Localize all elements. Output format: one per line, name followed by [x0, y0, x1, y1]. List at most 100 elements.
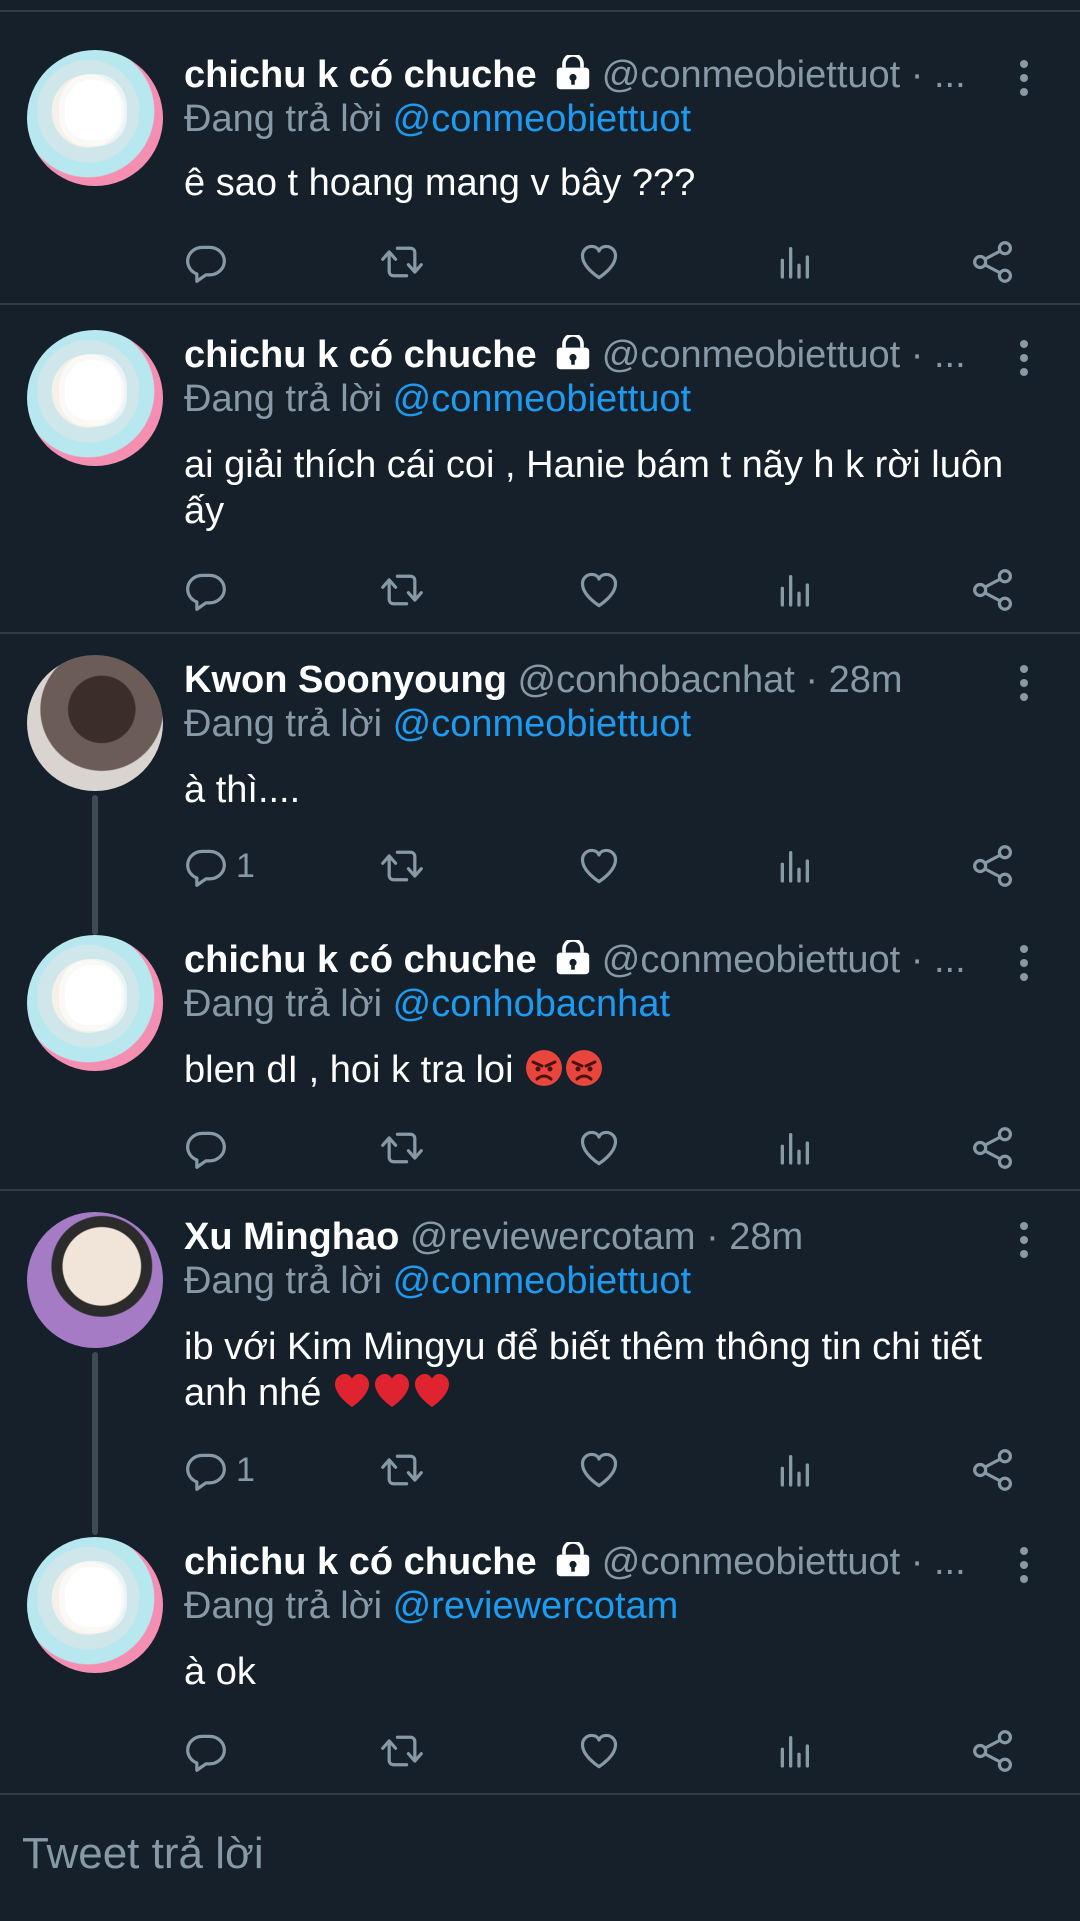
analytics-button[interactable]	[774, 1124, 814, 1172]
reply-context: Đang trả lời @conmeobiettuot	[184, 378, 691, 421]
analytics-icon	[774, 1450, 814, 1490]
retweet-button[interactable]	[380, 1124, 424, 1172]
retweet-icon	[380, 844, 424, 888]
tweet-actions: 1	[184, 842, 1044, 890]
share-button[interactable]	[971, 1446, 1015, 1494]
like-icon	[577, 1126, 621, 1170]
like-icon	[577, 240, 621, 284]
avatar[interactable]	[27, 1537, 163, 1673]
thread-line	[92, 795, 98, 935]
like-button[interactable]	[577, 238, 621, 286]
more-icon[interactable]	[1012, 338, 1036, 378]
reply-input-placeholder[interactable]: Tweet trả lời	[22, 1829, 264, 1879]
avatar[interactable]	[27, 330, 163, 466]
retweet-button[interactable]	[380, 1727, 424, 1775]
display-name[interactable]: chichu k có chuche	[184, 939, 537, 981]
display-name[interactable]: Kwon Soonyoung	[184, 659, 507, 701]
share-icon	[971, 844, 1015, 888]
avatar[interactable]	[27, 935, 163, 1071]
red-heart-emoji	[332, 1371, 372, 1411]
reply-to-link[interactable]: @reviewercotam	[393, 1585, 679, 1627]
more-icon[interactable]	[1012, 58, 1036, 98]
user-handle[interactable]: @conmeobiettuot · ...	[602, 1541, 966, 1583]
share-button[interactable]	[971, 566, 1015, 614]
share-button[interactable]	[971, 1124, 1015, 1172]
more-icon[interactable]	[1012, 1545, 1036, 1585]
like-button[interactable]	[577, 1124, 621, 1172]
tweet-text-block: blen dI , hoi k tra loi	[184, 1047, 1044, 1093]
user-handle[interactable]: @conmeobiettuot · ...	[602, 334, 966, 376]
reply-prefix: Đang trả lời	[184, 1585, 383, 1627]
reply-to-link[interactable]: @conmeobiettuot	[393, 378, 691, 420]
reply-composer[interactable]: Tweet trả lời	[0, 1793, 1080, 1921]
reply-icon	[184, 240, 228, 284]
analytics-button[interactable]	[774, 238, 814, 286]
reply-to-link[interactable]: @conhobacnhat	[393, 983, 670, 1025]
reply-icon	[184, 1126, 228, 1170]
lock-icon	[555, 1542, 591, 1578]
divider	[0, 303, 1080, 305]
display-name[interactable]: Xu Minghao	[184, 1216, 399, 1258]
display-name[interactable]: chichu k có chuche	[184, 54, 537, 96]
reply-count: 1	[236, 1450, 255, 1489]
lock-icon	[555, 335, 591, 371]
analytics-icon	[774, 570, 814, 610]
share-button[interactable]	[971, 1727, 1015, 1775]
more-icon[interactable]	[1012, 943, 1036, 983]
reply-prefix: Đang trả lời	[184, 703, 383, 745]
display-name[interactable]: chichu k có chuche	[184, 1541, 537, 1583]
share-button[interactable]	[971, 842, 1015, 890]
reply-button[interactable]: 1	[184, 842, 255, 890]
red-heart-emoji	[372, 1371, 412, 1411]
analytics-button[interactable]	[774, 1727, 814, 1775]
user-handle[interactable]: @conhobacnhat · 28m	[518, 659, 903, 701]
tweet-actions	[184, 566, 1044, 614]
analytics-icon	[774, 1731, 814, 1771]
retweet-icon	[380, 240, 424, 284]
reply-button[interactable]	[184, 238, 236, 286]
user-handle[interactable]: @conmeobiettuot · ...	[602, 939, 966, 981]
avatar[interactable]	[27, 655, 163, 791]
like-button[interactable]	[577, 842, 621, 890]
reply-to-link[interactable]: @conmeobiettuot	[393, 98, 691, 140]
reply-button[interactable]	[184, 1124, 236, 1172]
user-handle[interactable]: @reviewercotam · 28m	[410, 1216, 803, 1258]
retweet-button[interactable]	[380, 1446, 424, 1494]
reply-to-link[interactable]: @conmeobiettuot	[393, 703, 691, 745]
retweet-icon	[380, 1126, 424, 1170]
tweet-actions	[184, 1124, 1044, 1172]
tweet-text: ib với Kim Mingyu để biết thêm thông tin…	[184, 1326, 982, 1414]
tweet-header: chichu k có chuche @conmeobiettuot · ...	[184, 330, 984, 380]
reply-icon	[184, 1448, 228, 1492]
analytics-button[interactable]	[774, 1446, 814, 1494]
more-icon[interactable]	[1012, 1220, 1036, 1260]
reply-context: Đang trả lời @conmeobiettuot	[184, 1260, 691, 1303]
tweet-header: chichu k có chuche @conmeobiettuot · ...	[184, 935, 984, 985]
reply-icon	[184, 568, 228, 612]
red-heart-emoji	[412, 1371, 452, 1411]
more-icon[interactable]	[1012, 663, 1036, 703]
display-name[interactable]: chichu k có chuche	[184, 334, 537, 376]
reply-context: Đang trả lời @conhobacnhat	[184, 983, 670, 1026]
reply-context: Đang trả lời @reviewercotam	[184, 1585, 678, 1628]
reply-button[interactable]	[184, 566, 236, 614]
analytics-button[interactable]	[774, 842, 814, 890]
analytics-button[interactable]	[774, 566, 814, 614]
avatar[interactable]	[27, 1212, 163, 1348]
like-button[interactable]	[577, 1727, 621, 1775]
reply-button[interactable]	[184, 1727, 236, 1775]
like-button[interactable]	[577, 1446, 621, 1494]
avatar[interactable]	[27, 50, 163, 186]
share-button[interactable]	[971, 238, 1015, 286]
share-icon	[971, 240, 1015, 284]
reply-to-link[interactable]: @conmeobiettuot	[393, 1260, 691, 1302]
retweet-button[interactable]	[380, 842, 424, 890]
reply-button[interactable]: 1	[184, 1446, 255, 1494]
retweet-button[interactable]	[380, 566, 424, 614]
like-icon	[577, 844, 621, 888]
reply-count: 1	[236, 846, 255, 885]
user-handle[interactable]: @conmeobiettuot · ...	[602, 54, 966, 96]
top-divider	[0, 0, 1080, 12]
retweet-button[interactable]	[380, 238, 424, 286]
like-button[interactable]	[577, 566, 621, 614]
